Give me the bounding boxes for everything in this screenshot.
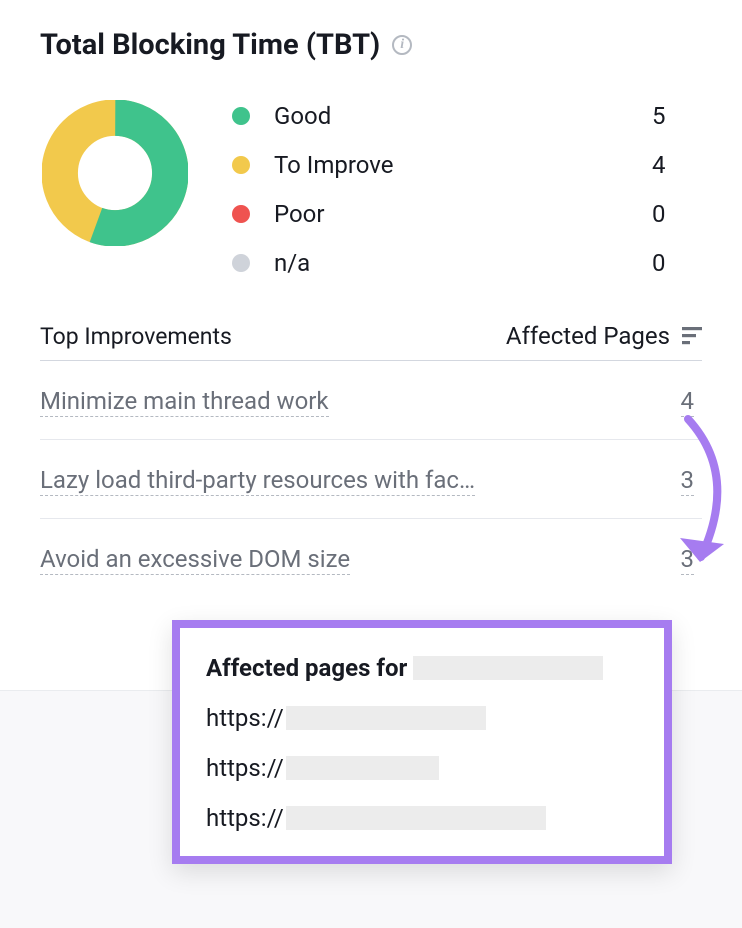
redacted-text xyxy=(286,756,439,780)
legend-label: Poor xyxy=(274,200,652,228)
sort-desc-icon xyxy=(682,327,702,345)
legend-item-good[interactable]: Good 5 xyxy=(232,102,702,130)
table-header-col1: Top Improvements xyxy=(40,323,232,350)
card-header: Total Blocking Time (TBT) i xyxy=(40,28,702,62)
affected-pages-label: Affected Pages xyxy=(506,322,670,350)
url-scheme: https:// xyxy=(206,804,284,832)
affected-count-link[interactable]: 4 xyxy=(681,387,695,417)
table-header: Top Improvements Affected Pages xyxy=(40,322,702,361)
legend-label: Good xyxy=(274,102,652,130)
table-header-col2[interactable]: Affected Pages xyxy=(506,322,702,350)
improvement-link[interactable]: Avoid an excessive DOM size xyxy=(40,545,350,575)
legend-value: 4 xyxy=(652,151,702,179)
legend-label: To Improve xyxy=(274,151,652,179)
tbt-card: Total Blocking Time (TBT) i Good 5 To Im… xyxy=(0,0,742,597)
improvement-link[interactable]: Minimize main thread work xyxy=(40,387,329,417)
url-scheme: https:// xyxy=(206,704,284,732)
tooltip-header: Affected pages for xyxy=(206,654,638,682)
donut-chart xyxy=(42,100,188,246)
url-scheme: https:// xyxy=(206,754,284,782)
table-row: Lazy load third-party resources with fac… xyxy=(40,440,702,519)
legend-label: n/a xyxy=(274,249,652,277)
redacted-text xyxy=(286,706,486,730)
legend-dot-toimprove xyxy=(232,156,250,174)
table-row: Minimize main thread work 4 xyxy=(40,361,702,440)
legend-item-na[interactable]: n/a 0 xyxy=(232,249,702,277)
legend-value: 0 xyxy=(652,200,702,228)
legend-dot-na xyxy=(232,254,250,272)
tooltip-url-row[interactable]: https:// xyxy=(206,704,638,732)
table-row: Avoid an excessive DOM size 3 xyxy=(40,519,702,597)
info-icon[interactable]: i xyxy=(392,35,412,55)
chart-legend-section: Good 5 To Improve 4 Poor 0 n/a 0 xyxy=(40,100,702,277)
legend-dot-good xyxy=(232,107,250,125)
tooltip-title: Affected pages for xyxy=(206,654,407,682)
affected-pages-tooltip: Affected pages for https:// https:// htt… xyxy=(172,620,672,864)
redacted-text xyxy=(413,656,603,680)
legend: Good 5 To Improve 4 Poor 0 n/a 0 xyxy=(232,100,702,277)
card-title: Total Blocking Time (TBT) xyxy=(40,28,380,62)
legend-item-toimprove[interactable]: To Improve 4 xyxy=(232,151,702,179)
callout-arrow-icon xyxy=(680,414,740,589)
improvement-link[interactable]: Lazy load third-party resources with fac… xyxy=(40,466,475,496)
legend-value: 0 xyxy=(652,249,702,277)
tooltip-url-row[interactable]: https:// xyxy=(206,754,638,782)
legend-value: 5 xyxy=(652,102,702,130)
legend-dot-poor xyxy=(232,205,250,223)
tooltip-url-row[interactable]: https:// xyxy=(206,804,638,832)
redacted-text xyxy=(286,806,546,830)
legend-item-poor[interactable]: Poor 0 xyxy=(232,200,702,228)
